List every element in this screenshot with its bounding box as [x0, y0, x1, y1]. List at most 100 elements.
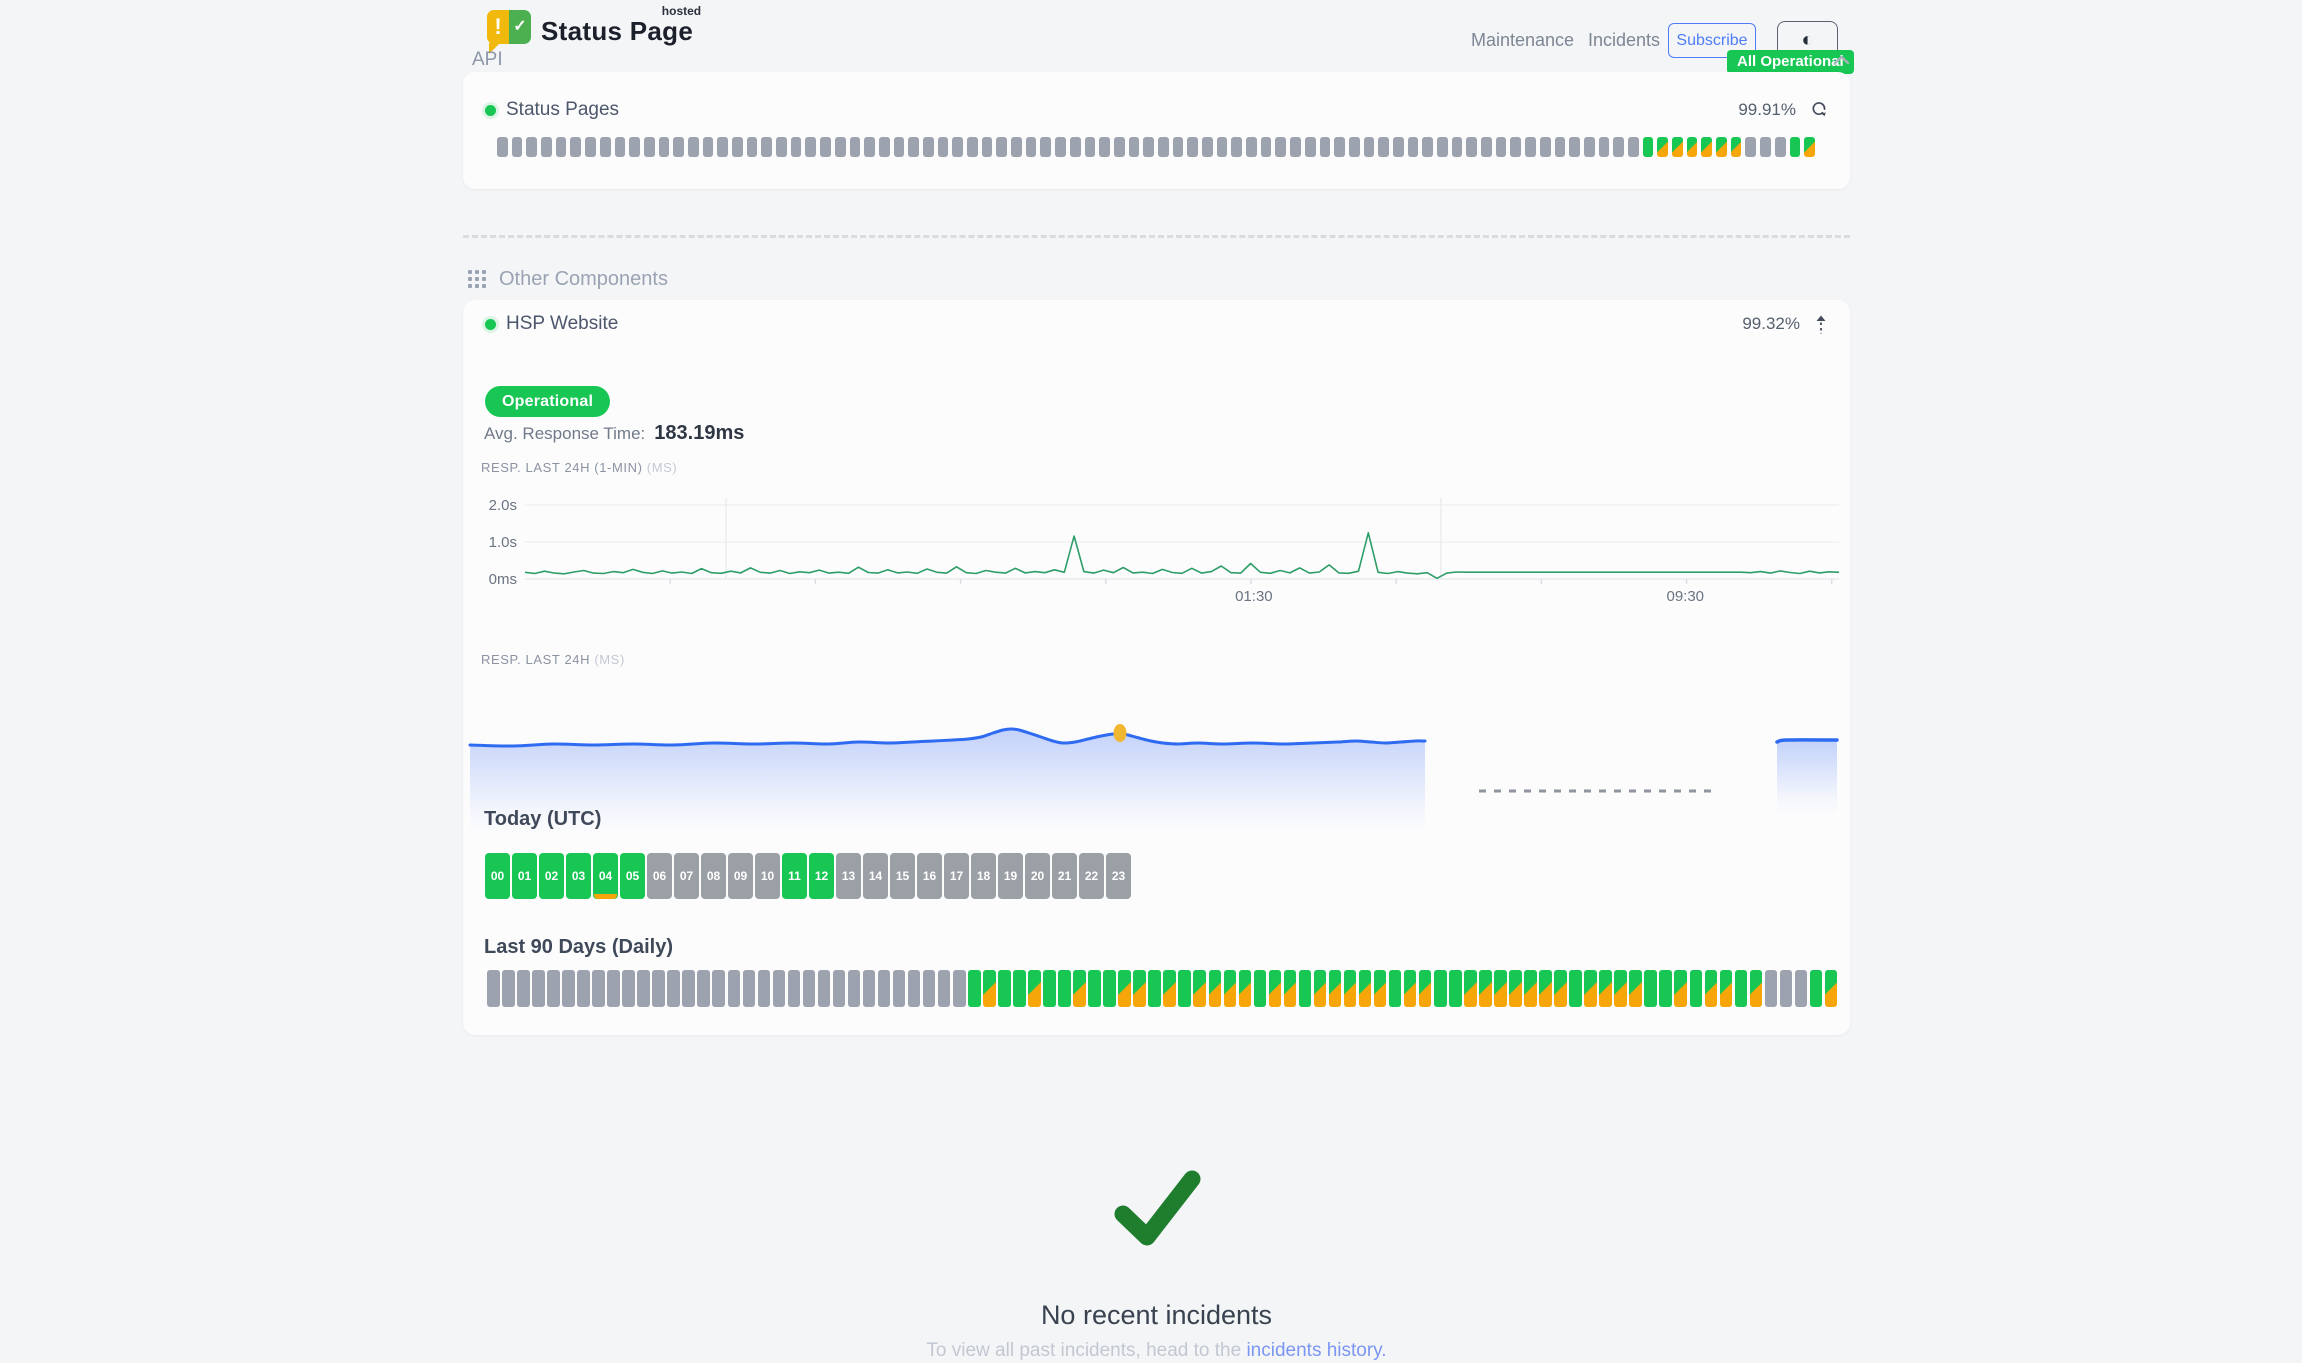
uptime-bar — [1613, 137, 1624, 157]
uptime-bar — [1569, 137, 1580, 157]
hour-block: 06 — [647, 853, 672, 899]
day-bar — [622, 970, 635, 1007]
day-bar — [1224, 970, 1237, 1007]
hour-block: 09 — [728, 853, 753, 899]
day-bar — [652, 970, 665, 1007]
avg-response-time-label: Avg. Response Time: — [484, 424, 645, 444]
arrow-up-dashed-icon — [1814, 314, 1828, 335]
uptime-bar — [1290, 137, 1301, 157]
day-bar — [818, 970, 831, 1007]
uptime-bar — [908, 137, 919, 157]
hour-block: 15 — [890, 853, 915, 899]
day-bar — [592, 970, 605, 1007]
uptime-bar — [1378, 137, 1389, 157]
uptime-bar — [688, 137, 699, 157]
component-name: HSP Website — [506, 313, 618, 335]
uptime-bar — [1393, 137, 1404, 157]
uptime-bar — [1584, 137, 1595, 157]
uptime-bar — [512, 137, 523, 157]
status-page: ! ✓ Status Page hosted Maintenance Incid… — [0, 0, 2302, 1363]
uptime-bar — [717, 137, 728, 157]
day-bar — [833, 970, 846, 1007]
hour-block: 02 — [539, 853, 564, 899]
uptime-bar — [1643, 137, 1654, 157]
day-bar — [893, 970, 906, 1007]
uptime-bar — [1334, 137, 1345, 157]
day-bar — [878, 970, 891, 1007]
uptime-bar — [967, 137, 978, 157]
uptime-bar — [1320, 137, 1331, 157]
collapse-button[interactable] — [1814, 314, 1828, 335]
uptime-bar — [585, 137, 596, 157]
day-bar — [1254, 970, 1267, 1007]
uptime-bar — [1202, 137, 1213, 157]
uptime-bar — [1466, 137, 1477, 157]
day-bar — [517, 970, 530, 1007]
svg-text:1.0s: 1.0s — [489, 534, 517, 551]
day-bar — [998, 970, 1011, 1007]
day-bar — [487, 970, 500, 1007]
uptime-bar — [1657, 137, 1668, 157]
day-bar — [953, 970, 966, 1007]
hour-block: 00 — [485, 853, 510, 899]
status-badge-operational: Operational — [485, 386, 610, 417]
uptime-bar — [1540, 137, 1551, 157]
uptime-bar — [1496, 137, 1507, 157]
day-bar — [1554, 970, 1567, 1007]
day-bar — [1690, 970, 1703, 1007]
day-bar — [863, 970, 876, 1007]
uptime-bar — [1129, 137, 1140, 157]
uptime-bar — [791, 137, 802, 157]
hourly-status-strip: 0001020304050607080910111213141516171819… — [485, 853, 1131, 899]
last-90-days-label: Last 90 Days (Daily) — [484, 936, 673, 959]
section-title-other-components: Other Components — [499, 268, 668, 291]
day-bar — [1058, 970, 1071, 1007]
no-recent-incidents-title: No recent incidents — [463, 1300, 1850, 1331]
component-card-hsp-website: HSP Website 99.32% Operational Avg. Resp… — [463, 300, 1850, 1035]
uptime-bar — [1555, 137, 1566, 157]
uptime-bars-strip — [497, 137, 1815, 157]
uptime-bar — [996, 137, 1007, 157]
day-bar — [1028, 970, 1041, 1007]
day-bar — [1209, 970, 1222, 1007]
uptime-bar — [1349, 137, 1360, 157]
hour-block: 05 — [620, 853, 645, 899]
uptime-bar — [923, 137, 934, 157]
uptime-bar — [1701, 137, 1712, 157]
hour-block: 13 — [836, 853, 861, 899]
partial-degraded-marker — [594, 894, 617, 899]
refresh-button[interactable] — [1810, 102, 1828, 118]
day-bar — [1269, 970, 1282, 1007]
day-bar — [637, 970, 650, 1007]
uptime-bar — [1055, 137, 1066, 157]
hour-block: 11 — [782, 853, 807, 899]
day-bar — [758, 970, 771, 1007]
day-bar — [1404, 970, 1417, 1007]
response-time-area-chart — [463, 698, 1850, 840]
day-bar — [908, 970, 921, 1007]
uptime-bar — [570, 137, 581, 157]
day-bar — [1705, 970, 1718, 1007]
uptime-bar — [1143, 137, 1154, 157]
uptime-bar — [835, 137, 846, 157]
uptime-bar — [1305, 137, 1316, 157]
uptime-bar — [894, 137, 905, 157]
status-dot-green — [485, 319, 496, 330]
day-bar — [1193, 970, 1206, 1007]
incidents-history-link[interactable]: incidents history. — [1246, 1340, 1386, 1361]
uptime-bar — [1173, 137, 1184, 157]
hour-block: 07 — [674, 853, 699, 899]
hour-block: 08 — [701, 853, 726, 899]
uptime-bar — [1275, 137, 1286, 157]
uptime-bar — [1731, 137, 1742, 157]
uptime-bar — [600, 137, 611, 157]
day-bar — [1118, 970, 1131, 1007]
day-bar — [607, 970, 620, 1007]
day-bar — [1644, 970, 1657, 1007]
day-bar — [1299, 970, 1312, 1007]
hour-block: 20 — [1025, 853, 1050, 899]
day-bar — [1795, 970, 1808, 1007]
uptime-bar — [1158, 137, 1169, 157]
day-bar — [1614, 970, 1627, 1007]
uptime-bar — [1217, 137, 1228, 157]
